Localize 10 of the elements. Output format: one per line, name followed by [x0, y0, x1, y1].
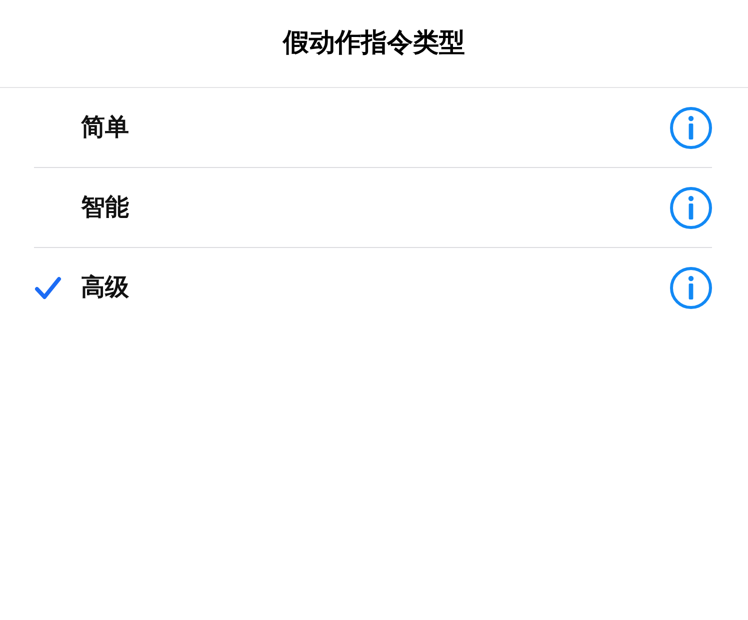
option-label: 简单 [81, 113, 130, 142]
screen-title: 假动作指令类型 [283, 28, 465, 60]
option-row[interactable]: 高级 [34, 248, 712, 327]
option-row[interactable]: 简单 [34, 88, 712, 168]
info-icon[interactable] [670, 106, 712, 148]
option-label: 高级 [81, 273, 130, 302]
option-row[interactable]: 智能 [34, 168, 712, 248]
option-label: 智能 [81, 193, 130, 222]
info-icon[interactable] [670, 266, 712, 308]
info-icon[interactable] [670, 186, 712, 228]
